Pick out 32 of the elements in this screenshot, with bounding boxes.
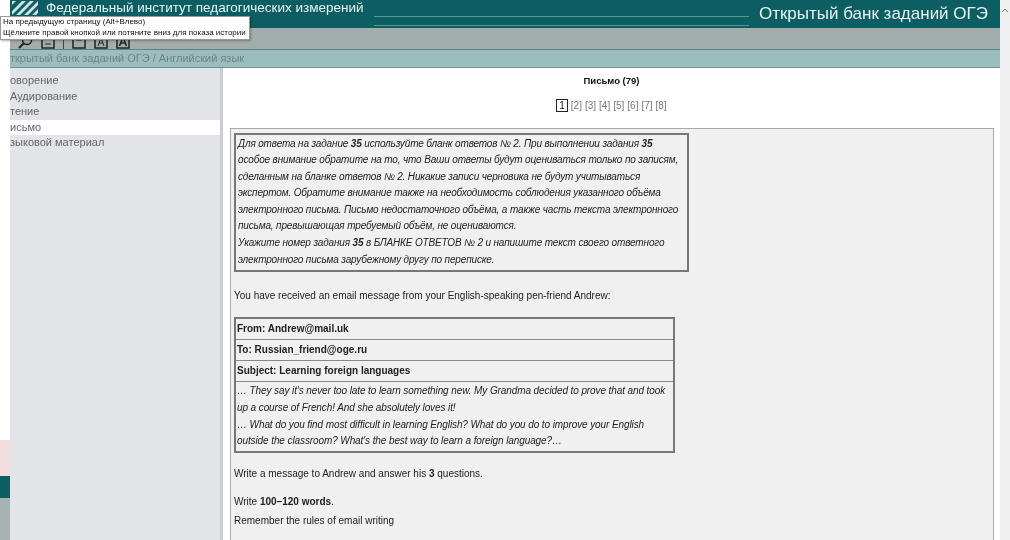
page-link[interactable]: [8] [655,100,667,111]
email-header: Subject: Learning foreign languages [236,361,673,383]
logo-icon [12,1,38,15]
email-text: … What do you find most difficult in learning English? What do you do to improve your English outside the classroom? What's the best way to learn a foreign language?… [237,418,646,449]
page-link[interactable]: [3] [584,100,597,111]
sidebar-item[interactable]: Аудирование [10,88,220,104]
email-text: … They say it's never too late to learn something new. My Grandma decided to prove that and took up a course of French! And she absolutely loves it! [237,384,667,415]
page-link[interactable]: [6] [627,100,639,111]
email-header: To: Russian_friend@oge.ru [236,340,673,362]
institute-title: Федеральный институт педагогических измерений [46,0,364,15]
page-link[interactable]: [4] [599,100,611,111]
sidebar-item[interactable]: тение [10,104,220,120]
page-link[interactable]: [5] [613,100,625,111]
bank-title: Открытый банк заданий ОГЭ [758,4,988,24]
page-link[interactable]: 1 [556,99,568,112]
tooltip-text: Щёлкните правой кнопкой или потяните вниз для показа истории [3,27,246,38]
scroll-up-icon[interactable] [1001,8,1009,13]
instruction-text: Для ответа на задание 35 используйте бланк ответов № 2. При выполнении задания 35 особое внимание обратите на то, что Ваши ответы будут оцениваться только по записям, сделанным на бланке ответов № 2. Никакие записи черновика не будут учитываться экспертом. Обратите внимание также на необходимость соблюдения указанного объёма электронного письма. Письмо недостаточного объёма, а также часть текста электронного письма, превышающая требуемый объём, не оцениваются. [238,137,680,234]
email-header: From: Andrew@mail.uk [236,319,673,341]
breadcrumb: ткрытый банк заданий ОГЭ / Английский язык [10,50,1000,68]
task-text: Write 100–120 words. [234,494,335,509]
sidebar-item[interactable]: исьмо [10,119,220,135]
page-link[interactable]: [7] [641,100,653,111]
task-text: Write a message to Andrew and answer his 3 questions. [234,466,484,481]
intro-text: You have received an email message from your English-speaking pen-friend Andrew: [234,289,612,304]
instruction-text: Укажите номер задания 35 в БЛАНКЕ ОТВЕТОВ № 2 и напишите текст своего ответного электронного письма зарубежному другу по переписке. [238,236,666,267]
task-text: Remember the rules of email writing [234,513,396,528]
tooltip-text: На предыдущую страницу (Alt+Влево) [3,17,147,28]
page-link[interactable]: [2] [570,100,582,111]
sidebar-item[interactable]: зыковой материал [10,135,220,151]
sidebar-item[interactable]: оворение [10,73,220,89]
section-title: Письмо (79) [583,75,640,86]
